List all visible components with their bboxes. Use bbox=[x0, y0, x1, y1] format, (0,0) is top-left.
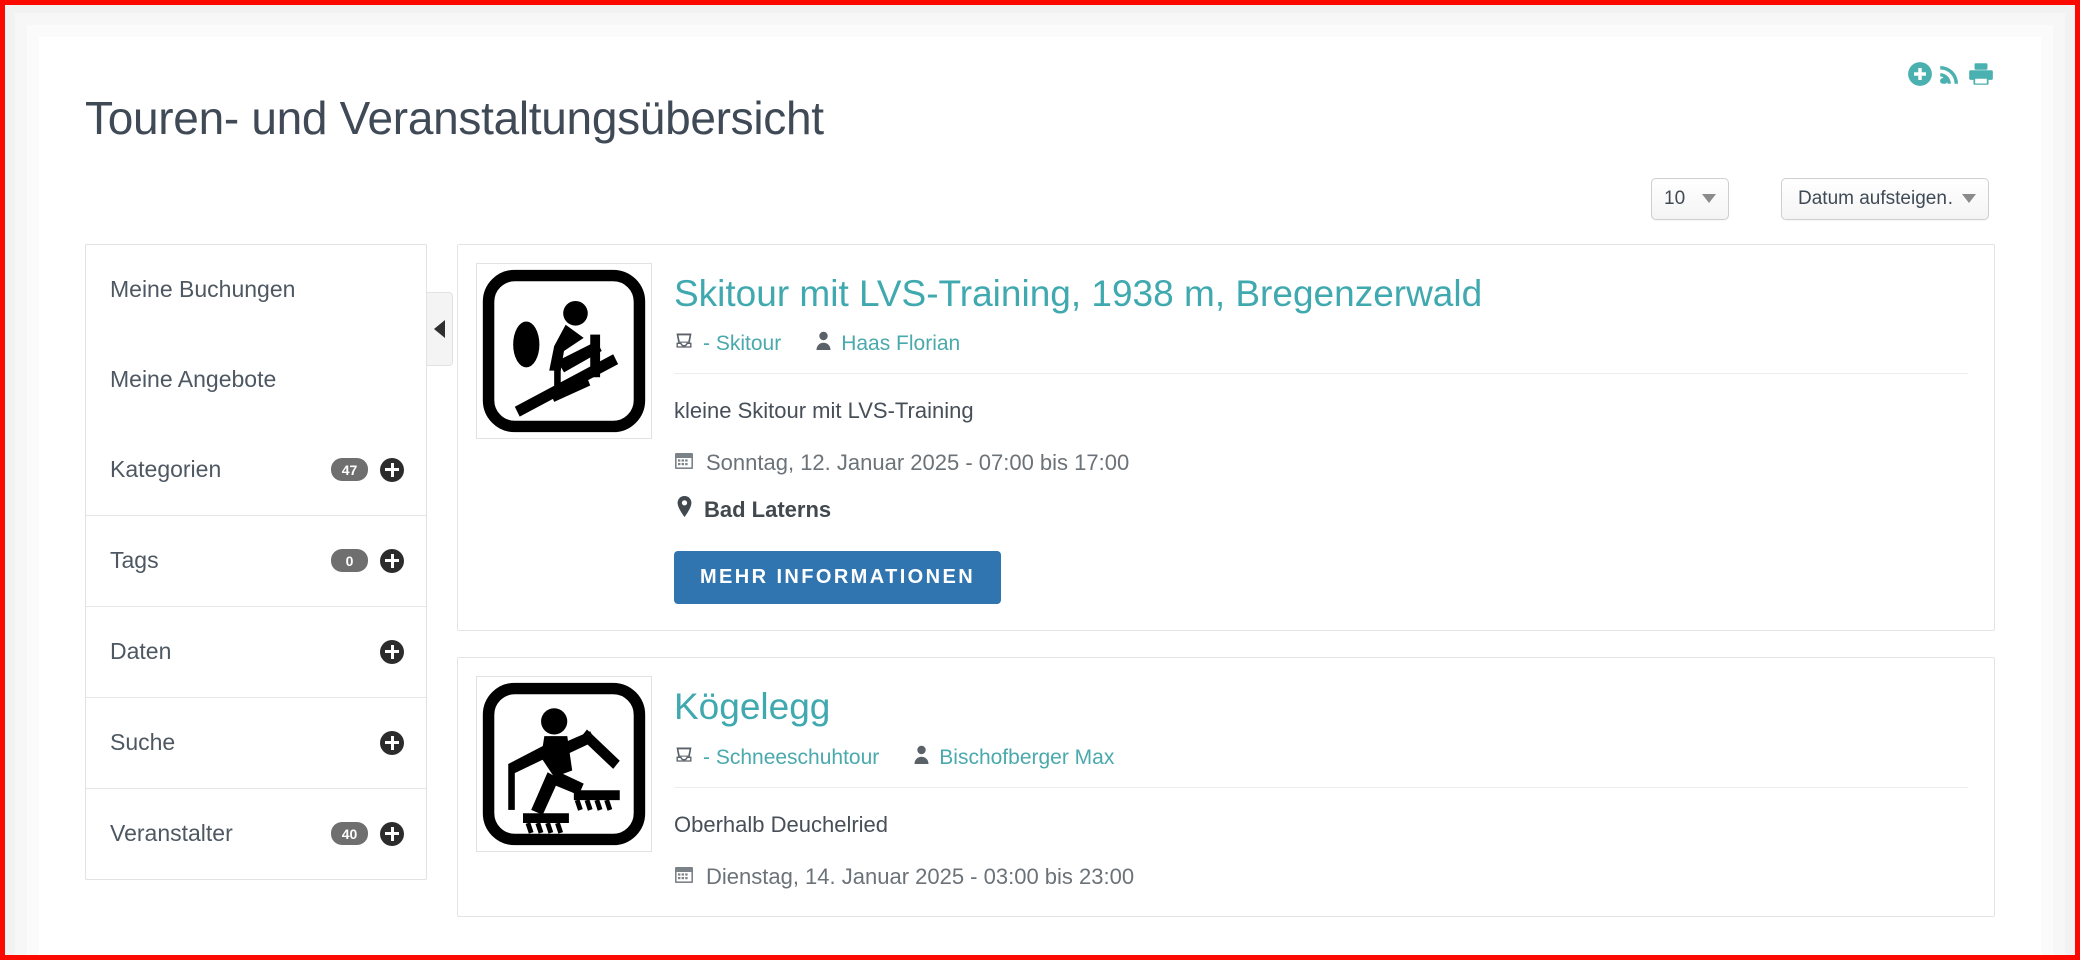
sidebar-item-label: Suche bbox=[110, 729, 176, 756]
page-action-icons bbox=[1907, 61, 1995, 87]
print-icon[interactable] bbox=[1967, 61, 1995, 87]
sidebar-item-label: Kategorien bbox=[110, 456, 222, 483]
calendar-icon bbox=[674, 450, 694, 476]
page-title: Touren- und Veranstaltungsübersicht bbox=[85, 92, 824, 144]
snowshoe-pictogram bbox=[482, 682, 646, 846]
sidebar-wrapper: Meine Buchungen Meine Angebote Kategorien 4… bbox=[85, 243, 453, 880]
sidebar-group: Meine Buchungen Meine Angebote Kategorien 4… bbox=[86, 245, 426, 516]
event-description: kleine Skitour mit LVS-Training bbox=[674, 398, 974, 424]
skier-pictogram bbox=[482, 269, 646, 432]
sidebar-item-actions: 40 bbox=[331, 821, 404, 846]
filter-sidebar: Meine Buchungen Meine Angebote Kategorien 4… bbox=[85, 243, 427, 880]
user-icon bbox=[815, 331, 832, 357]
sidebar-item-label: Meine Buchungen bbox=[110, 276, 296, 303]
event-location-label: Bad Laterns bbox=[704, 496, 832, 522]
calendar-icon bbox=[674, 864, 694, 890]
event-category-label: - Schneeschuhtour bbox=[703, 745, 880, 769]
add-icon[interactable] bbox=[1907, 61, 1933, 87]
sidebar-group: Suche bbox=[86, 698, 426, 789]
event-body: Kögelegg - Schneeschuhtour Bischofberger M… bbox=[674, 676, 1968, 890]
list-toolbar: 10 Datum aufsteigen… bbox=[85, 177, 1995, 220]
sidebar-item-meine-angebote[interactable]: Meine Angebote bbox=[86, 335, 426, 425]
user-icon bbox=[913, 745, 930, 771]
rss-icon[interactable] bbox=[1937, 61, 1963, 87]
sidebar-count-badge: 0 bbox=[331, 549, 368, 573]
event-date-row: Sonntag, 12. Januar 2025 - 07:00 bis 17:… bbox=[674, 450, 1968, 476]
event-title-link[interactable]: Skitour mit LVS-Training, 1938 m, Bregen… bbox=[674, 273, 1968, 316]
add-suche-icon[interactable] bbox=[380, 730, 404, 755]
event-date-row: Dienstag, 14. Januar 2025 - 03:00 bis 23… bbox=[674, 864, 1968, 890]
browser-viewport: Touren- und Veranstaltungsübersicht 10 D… bbox=[5, 5, 2075, 955]
sidebar-item-veranstalter[interactable]: Veranstalter 40 bbox=[86, 789, 426, 879]
sidebar-count-badge: 40 bbox=[331, 822, 368, 846]
event-category-label: - Skitour bbox=[703, 332, 782, 356]
event-title-link[interactable]: Kögelegg bbox=[674, 686, 1968, 729]
sort-value: Datum aufsteigen… bbox=[1798, 187, 1952, 209]
sidebar-group: Veranstalter 40 bbox=[86, 789, 426, 879]
sidebar-group: Tags 0 bbox=[86, 516, 426, 607]
sidebar-item-actions: 0 bbox=[331, 548, 404, 573]
event-category[interactable]: - Skitour bbox=[674, 331, 781, 357]
sidebar-item-label: Daten bbox=[110, 638, 172, 665]
sidebar-item-actions bbox=[380, 730, 404, 755]
sidebar-collapse-toggle[interactable] bbox=[427, 291, 453, 366]
event-organizer[interactable]: Haas Florian bbox=[815, 331, 960, 357]
content-layout: Meine Buchungen Meine Angebote Kategorien 4… bbox=[85, 243, 1995, 943]
event-meta-row: - Schneeschuhtour Bischofberger Max bbox=[674, 745, 1968, 788]
sidebar-group: Daten bbox=[86, 607, 426, 698]
sidebar-item-tags[interactable]: Tags 0 bbox=[86, 516, 426, 606]
add-tags-icon[interactable] bbox=[380, 548, 404, 573]
per-page-select[interactable]: 10 bbox=[1651, 177, 1729, 220]
add-kategorien-icon[interactable] bbox=[380, 457, 404, 482]
chevron-left-icon bbox=[434, 319, 445, 338]
sidebar-item-label: Tags bbox=[110, 547, 159, 574]
event-meta-row: - Skitour Haas Florian bbox=[674, 331, 1968, 375]
sidebar-item-label: Meine Angebote bbox=[110, 366, 277, 393]
event-date-label: Dienstag, 14. Januar 2025 - 03:00 bis 23… bbox=[706, 863, 1135, 889]
event-card: Kögelegg - Schneeschuhtour Bischofberger M… bbox=[457, 657, 1995, 917]
event-date-label: Sonntag, 12. Januar 2025 - 07:00 bis 17:… bbox=[706, 450, 1130, 476]
inbox-icon bbox=[674, 745, 694, 771]
sidebar-item-kategorien[interactable]: Kategorien 47 bbox=[86, 425, 426, 515]
inbox-icon bbox=[674, 331, 694, 357]
chevron-down-icon bbox=[1702, 194, 1716, 204]
main-content-card: Touren- und Veranstaltungsübersicht 10 D… bbox=[39, 37, 2041, 955]
event-organizer[interactable]: Bischofberger Max bbox=[913, 745, 1114, 771]
add-daten-icon[interactable] bbox=[380, 639, 404, 664]
map-marker-icon bbox=[677, 496, 692, 523]
event-body: Skitour mit LVS-Training, 1938 m, Bregen… bbox=[674, 263, 1968, 605]
event-category[interactable]: - Schneeschuhtour bbox=[674, 745, 879, 771]
sidebar-item-meine-buchungen[interactable]: Meine Buchungen bbox=[86, 245, 426, 335]
event-organizer-label: Haas Florian bbox=[841, 332, 961, 356]
sidebar-item-label: Veranstalter bbox=[110, 820, 233, 847]
more-information-button[interactable]: MEHR INFORMATIONEN bbox=[674, 551, 1002, 605]
sidebar-item-daten[interactable]: Daten bbox=[86, 607, 426, 697]
sidebar-count-badge: 47 bbox=[331, 458, 368, 482]
event-organizer-label: Bischofberger Max bbox=[939, 745, 1115, 769]
event-thumbnail[interactable] bbox=[476, 262, 652, 439]
event-thumbnail[interactable] bbox=[476, 676, 652, 853]
event-description: Oberhalb Deuchelried bbox=[674, 811, 889, 837]
sidebar-item-suche[interactable]: Suche bbox=[86, 698, 426, 788]
sidebar-item-actions: 47 bbox=[331, 457, 404, 482]
chevron-down-icon bbox=[1962, 194, 1976, 204]
per-page-value: 10 bbox=[1664, 187, 1686, 209]
sidebar-item-actions bbox=[380, 639, 404, 664]
sort-select[interactable]: Datum aufsteigen… bbox=[1781, 177, 1989, 220]
add-veranstalter-icon[interactable] bbox=[380, 821, 404, 846]
event-card: Skitour mit LVS-Training, 1938 m, Bregen… bbox=[457, 243, 1995, 632]
event-location-row: Bad Laterns bbox=[674, 496, 1968, 523]
event-list: Skitour mit LVS-Training, 1938 m, Bregen… bbox=[457, 243, 1995, 943]
